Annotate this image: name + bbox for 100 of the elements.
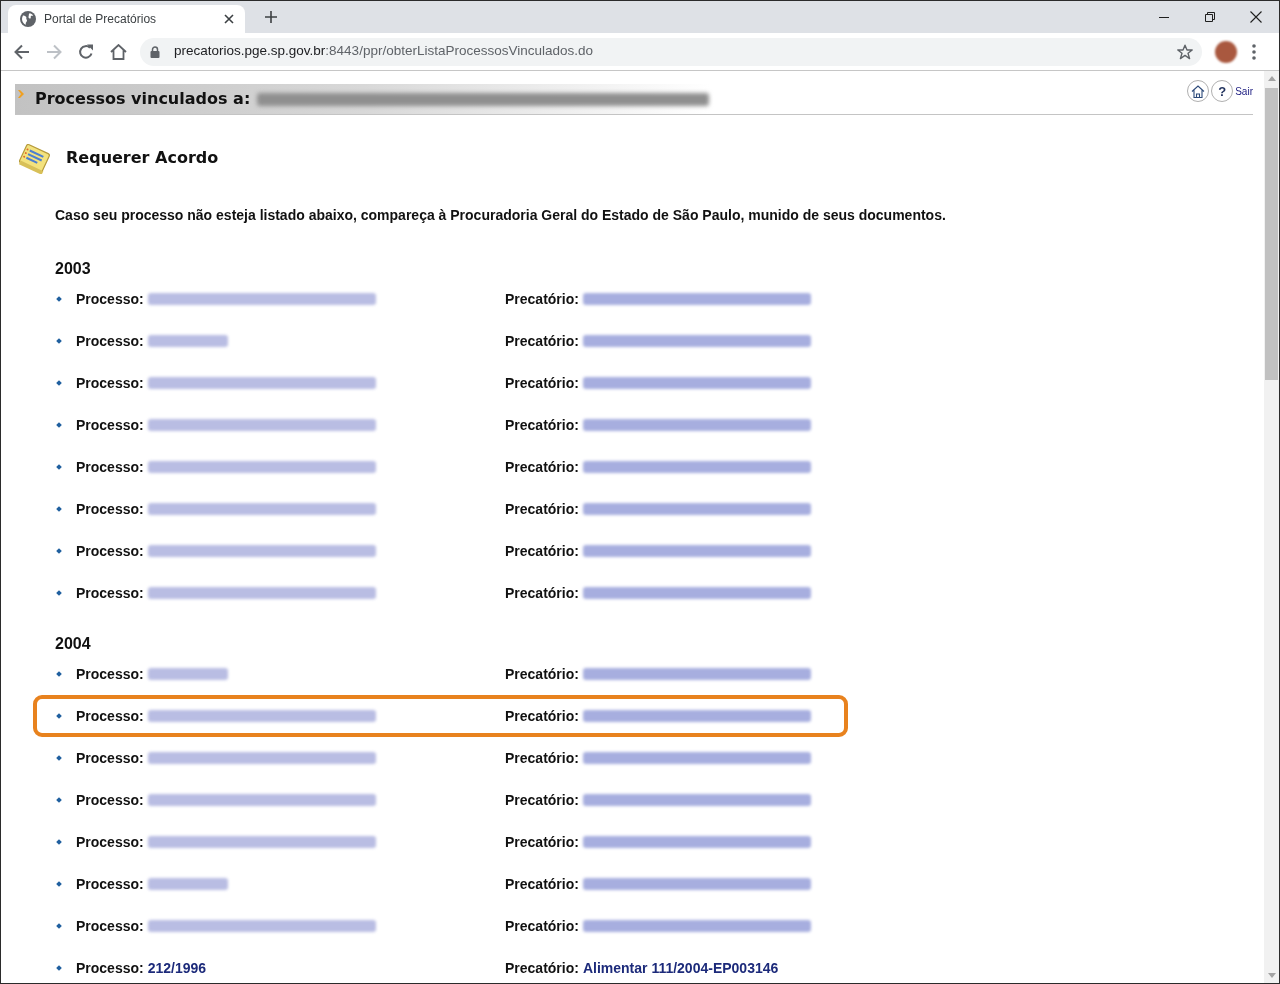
globe-icon [20,11,36,27]
scrollbar[interactable] [1264,71,1279,983]
precatorio-label: Precatório: [505,457,579,477]
process-label: Processo: [76,415,144,435]
process-label: Processo: [76,916,144,936]
process-label: Processo: [76,331,144,351]
precatorio-label: Precatório: [505,958,579,978]
blurred-value[interactable] [582,503,811,515]
blurred-value[interactable] [147,836,376,848]
blurred-value[interactable] [582,836,811,848]
forward-arrow-icon [46,43,62,60]
blurred-value[interactable] [582,419,811,431]
blurred-value[interactable] [582,920,811,932]
blurred-value[interactable] [582,545,811,557]
blurred-value[interactable] [582,293,811,305]
precatorio-label: Precatório: [505,790,579,810]
minimize-icon [1159,16,1169,18]
scroll-up-icon[interactable] [1267,76,1276,81]
bullet-icon [56,713,62,719]
address-bar[interactable]: precatorios.pge.sp.gov.br:8443/ppr/obterListaProcessosVinculados.do [140,37,1202,66]
blurred-value[interactable] [147,545,376,557]
chevron-icon [18,90,24,98]
blurred-value[interactable] [582,335,811,347]
precatorio-label: Precatório: [505,832,579,852]
blurred-value[interactable] [582,710,811,722]
bullet-icon [56,755,62,761]
blurred-value[interactable] [582,668,811,680]
blurred-value[interactable] [582,878,811,890]
process-label: Processo: [76,706,144,726]
precatorio-label: Precatório: [505,748,579,768]
blurred-value[interactable] [582,794,811,806]
star-icon[interactable] [1177,43,1193,60]
blurred-value[interactable] [147,461,376,473]
home-icon [109,43,127,60]
scroll-down-icon[interactable] [1267,973,1276,978]
blurred-value[interactable] [147,920,376,932]
blurred-value[interactable] [582,461,811,473]
close-icon [224,14,234,24]
blurred-value[interactable] [582,752,811,764]
precatorio-label: Precatório: [505,706,579,726]
bullet-icon [56,422,62,428]
process-link[interactable]: 212/1996 [147,957,207,979]
process-label: Processo: [76,958,144,978]
process-label: Processo: [76,664,144,684]
precatorio-label: Precatório: [505,664,579,684]
blurred-value[interactable] [147,503,376,515]
precatorio-label: Precatório: [505,874,579,894]
help-button[interactable]: ? [1211,80,1234,102]
precatorio-label: Precatório: [505,916,579,936]
bullet-icon [56,881,62,887]
precatorio-link[interactable]: Alimentar 111/2004-EP003146 [582,957,779,979]
browser-tab[interactable]: Portal de Precatórios [8,5,245,33]
back-arrow-icon [14,43,30,60]
bullet-icon [56,296,62,302]
process-label: Processo: [76,499,144,519]
process-label: Processo: [76,373,144,393]
blurred-value[interactable] [147,710,376,722]
blurred-value[interactable] [147,587,376,599]
blurred-value[interactable] [147,794,376,806]
blurred-value[interactable] [582,377,811,389]
menu-icon[interactable] [1252,43,1256,60]
bullet-icon [56,380,62,386]
house-icon [1191,84,1206,98]
process-label: Processo: [76,289,144,309]
precatorio-label: Precatório: [505,499,579,519]
bullet-icon [56,590,62,596]
scrollbar-thumb[interactable] [1265,88,1278,380]
blurred-value[interactable] [582,587,811,599]
process-label: Processo: [76,790,144,810]
avatar-icon[interactable] [1215,40,1237,63]
precatorio-label: Precatório: [505,373,579,393]
blurred-value[interactable] [147,419,376,431]
request-agreement-link[interactable]: Requerer Acordo [66,146,219,170]
precatorio-label: Precatório: [505,331,579,351]
close-icon [1250,11,1262,23]
home-button[interactable] [1187,80,1210,102]
blurred-value[interactable] [147,668,228,680]
blurred-value[interactable] [147,878,228,890]
bullet-icon [56,506,62,512]
process-label: Processo: [76,457,144,477]
blurred-value[interactable] [147,335,228,347]
process-label: Processo: [76,832,144,852]
precatorio-label: Precatório: [505,583,579,603]
year-heading: 2003 [55,260,91,278]
blurred-value[interactable] [147,752,376,764]
precatorio-label: Precatório: [505,289,579,309]
bullet-icon [56,839,62,845]
logout-link[interactable]: Sair [1235,83,1253,99]
bullet-icon [56,548,62,554]
precatorio-label: Precatório: [505,541,579,561]
process-label: Processo: [76,541,144,561]
bullet-icon [56,671,62,677]
process-label: Processo: [76,583,144,603]
restore-icon [1205,12,1215,22]
blurred-value[interactable] [147,293,376,305]
blurred-value[interactable] [147,377,376,389]
plus-icon [265,11,277,23]
bullet-icon [56,797,62,803]
process-label: Processo: [76,874,144,894]
precatorio-label: Precatório: [505,415,579,435]
